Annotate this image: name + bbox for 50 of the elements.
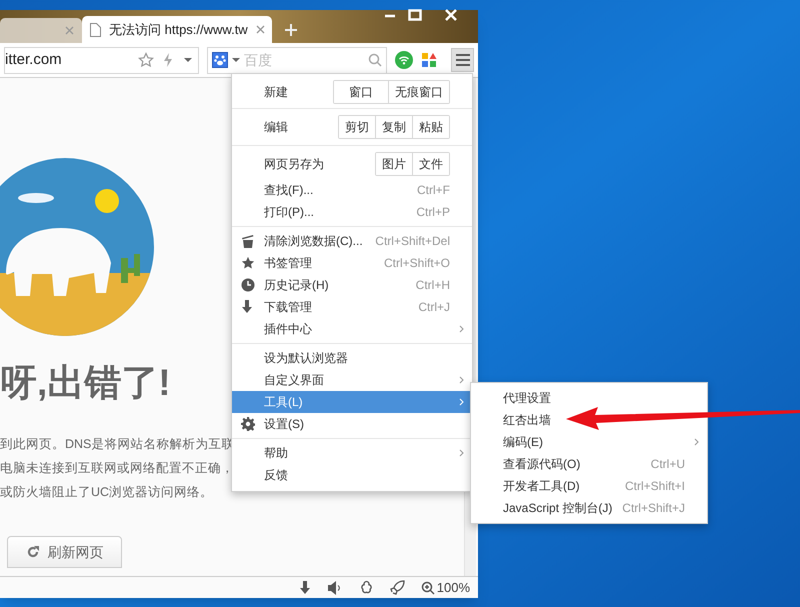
trash-icon — [241, 234, 255, 248]
menu-item[interactable]: 打印(P)... Ctrl+P — [232, 201, 472, 223]
menu-item[interactable]: 编码(E) — [471, 431, 707, 453]
dropdown-icon[interactable] — [232, 57, 240, 63]
menu-label: 网页另存为 — [264, 156, 324, 173]
gear-icon — [241, 417, 255, 431]
rocket-icon[interactable] — [390, 580, 405, 595]
browser-tab[interactable]: 无法访问 https://www.tw — [82, 16, 272, 43]
wifi-icon[interactable] — [395, 51, 413, 69]
speaker-icon[interactable] — [326, 580, 343, 594]
star-icon[interactable] — [138, 52, 154, 68]
menu-item[interactable]: 下载管理 Ctrl+J — [232, 296, 472, 318]
refresh-icon — [26, 545, 40, 559]
menu-item[interactable]: 插件中心 — [232, 318, 472, 340]
flower-icon[interactable] — [358, 580, 374, 595]
tab-title: 无法访问 https://www.tw — [109, 20, 248, 39]
plus-icon[interactable] — [284, 23, 298, 37]
download-icon — [241, 300, 253, 314]
star-icon — [241, 256, 255, 270]
clock-icon — [241, 278, 255, 292]
menu-item[interactable]: 历史记录(H) Ctrl+H — [232, 274, 472, 296]
menu-item[interactable]: JavaScript 控制台(J) Ctrl+Shift+J — [471, 497, 707, 519]
menu-option-button[interactable]: 文件 — [412, 153, 449, 175]
menu-item[interactable]: 设为默认浏览器 — [232, 347, 472, 369]
menu-option-button[interactable]: 无痕窗口 — [388, 81, 449, 103]
menu-item[interactable]: 书签管理 Ctrl+Shift+O — [232, 252, 472, 274]
menu-item[interactable]: 查看源代码(O) Ctrl+U — [471, 453, 707, 475]
maximize-icon[interactable] — [408, 9, 422, 21]
menu-label: 编辑 — [264, 119, 288, 136]
menu-item[interactable]: 自定义界面 — [232, 369, 472, 391]
menu-item[interactable]: 开发者工具(D) Ctrl+Shift+I — [471, 475, 707, 497]
search-field[interactable]: 百度 — [244, 50, 364, 70]
menu-button[interactable] — [451, 48, 474, 72]
refresh-button[interactable]: 刷新网页 — [7, 536, 122, 568]
apps-icon[interactable] — [421, 52, 437, 68]
error-message-line: 电脑未连接到互联网或网络配置不正确， — [0, 460, 231, 477]
menu-item[interactable]: 清除浏览数据(C)... Ctrl+Shift+Del — [232, 230, 472, 252]
error-heading: 呀,出错了! — [0, 364, 171, 401]
url-text: itter.com — [5, 50, 63, 70]
menu-item[interactable]: 查找(F)... Ctrl+F — [232, 179, 472, 201]
paw-icon[interactable] — [212, 52, 228, 68]
error-message-line: 或防火墙阻止了UC浏览器访问网络。 — [0, 484, 214, 501]
zoom-level[interactable]: 100% — [436, 578, 470, 598]
address-bar[interactable]: itter.com — [4, 46, 199, 74]
download-icon[interactable] — [298, 580, 311, 594]
menu-option-button[interactable]: 粘贴 — [412, 116, 449, 138]
page-icon — [90, 22, 101, 36]
zoom-icon[interactable] — [420, 580, 435, 594]
menu-label: 新建 — [264, 84, 288, 101]
dropdown-icon[interactable] — [182, 56, 194, 64]
